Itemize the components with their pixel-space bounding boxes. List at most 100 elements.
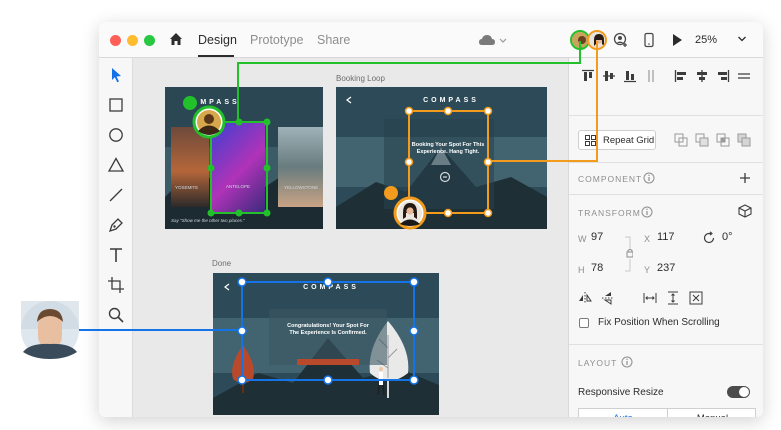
info-icon[interactable] xyxy=(643,172,655,184)
close-window-button[interactable] xyxy=(110,35,121,46)
minimize-window-button[interactable] xyxy=(127,35,138,46)
fix-position-checkbox[interactable] xyxy=(579,318,589,328)
artboard-tool-icon[interactable] xyxy=(107,276,125,294)
repeat-grid-button[interactable]: Repeat Grid xyxy=(578,130,656,150)
card-left[interactable]: YOSEMITE xyxy=(171,127,209,207)
width-label: W xyxy=(578,234,587,244)
artboard-2-brand: COMPASS xyxy=(423,97,479,104)
property-inspector: Repeat Grid COMPONENT TRANSFORM W 97 X 1… xyxy=(568,58,763,417)
align-left-icon[interactable] xyxy=(674,69,688,83)
rotate-icon[interactable] xyxy=(702,231,716,245)
artboard-3[interactable]: COMPASS Congratulations! Your Spot For T… xyxy=(213,273,439,415)
fit-to-frame-icon[interactable] xyxy=(689,291,703,305)
device-preview-icon[interactable] xyxy=(641,32,657,48)
artboard-3-brand: COMPASS xyxy=(303,284,359,291)
layout-section-label: LAYOUT xyxy=(578,358,618,368)
design-canvas[interactable]: MPASS YOSEMITE ANTELOPE YELLOWSTONE Say … xyxy=(133,58,568,417)
info-icon[interactable] xyxy=(621,356,633,368)
distribute-vertical-icon[interactable] xyxy=(644,69,658,83)
maximize-window-button[interactable] xyxy=(144,35,155,46)
cloud-icon[interactable] xyxy=(478,32,508,48)
add-component-icon[interactable] xyxy=(739,172,751,184)
flip-vertical-icon[interactable] xyxy=(601,291,615,305)
align-right-icon[interactable] xyxy=(716,69,730,83)
artboard-1-brand: MPASS xyxy=(200,99,240,106)
blue-collaborator-avatar xyxy=(21,301,79,359)
distribute-spacing-horizontal-icon[interactable] xyxy=(643,291,657,305)
chevron-down-icon[interactable] xyxy=(737,34,747,44)
responsive-resize-label: Responsive Resize xyxy=(578,387,664,398)
resize-mode-manual[interactable]: Manual xyxy=(668,409,757,417)
divider xyxy=(569,344,763,345)
card-right[interactable]: YELLOWSTONE xyxy=(278,127,323,207)
back-chevron-icon[interactable] xyxy=(345,96,353,104)
y-label: Y xyxy=(644,265,651,275)
collaborator-avatar-orange[interactable] xyxy=(587,30,607,50)
home-icon[interactable] xyxy=(168,31,184,47)
active-tab-indicator xyxy=(198,55,234,57)
align-bottom-icon[interactable] xyxy=(623,69,637,83)
confirmation-message: Congratulations! Your Spot For The Exper… xyxy=(287,323,369,336)
flip-horizontal-icon[interactable] xyxy=(578,291,592,305)
boolean-subtract-icon[interactable] xyxy=(695,133,709,147)
info-icon[interactable] xyxy=(641,206,653,218)
artboard-1[interactable]: MPASS YOSEMITE ANTELOPE YELLOWSTONE Say … xyxy=(165,87,323,229)
stage: Design Prototype Share 25% MPASS YOSEMIT… xyxy=(0,0,781,430)
divider xyxy=(569,115,763,116)
text-tool-icon[interactable] xyxy=(107,246,125,264)
rectangle-tool-icon[interactable] xyxy=(107,96,125,114)
pen-tool-icon[interactable] xyxy=(107,216,125,234)
artboard-2-title: Booking Loop xyxy=(336,74,385,83)
app-window: Design Prototype Share 25% MPASS YOSEMIT… xyxy=(99,22,763,417)
booking-message: Booking Your Spot For This Experience. H… xyxy=(411,142,485,155)
card-center[interactable]: ANTELOPE xyxy=(210,122,265,212)
tab-design[interactable]: Design xyxy=(198,33,237,47)
confirmation-button-bar[interactable] xyxy=(297,359,359,365)
ellipse-tool-icon[interactable] xyxy=(107,126,125,144)
tab-share[interactable]: Share xyxy=(317,33,350,47)
align-middle-icon[interactable] xyxy=(602,69,616,83)
boolean-add-icon[interactable] xyxy=(674,133,688,147)
artboard-1-quote: Say "Show me the other two places." xyxy=(171,218,245,223)
x-field[interactable]: 117 xyxy=(657,231,675,243)
align-center-icon[interactable] xyxy=(695,69,709,83)
responsive-resize-toggle[interactable] xyxy=(727,386,750,398)
polygon-tool-icon[interactable] xyxy=(107,156,125,174)
3d-transform-icon[interactable] xyxy=(738,204,752,218)
invite-user-icon[interactable] xyxy=(613,32,629,48)
zoom-level[interactable]: 25% xyxy=(695,34,717,46)
confirmation-dialog xyxy=(269,309,387,365)
fix-position-label: Fix Position When Scrolling xyxy=(598,317,720,328)
distribute-horizontal-icon[interactable] xyxy=(737,69,751,83)
boolean-intersect-icon[interactable] xyxy=(716,133,730,147)
divider xyxy=(569,162,763,163)
tool-bar xyxy=(99,58,133,417)
artboard-2[interactable]: COMPASS Booking Your Spot For This Exper… xyxy=(336,87,547,229)
artboard-3-title: Done xyxy=(212,259,232,268)
card-caption-left: YOSEMITE xyxy=(175,185,199,190)
divider xyxy=(569,194,763,195)
resize-mode-auto[interactable]: Auto xyxy=(579,409,668,417)
resize-mode-selector: Auto Manual xyxy=(578,408,756,417)
align-top-icon[interactable] xyxy=(581,69,595,83)
card-caption-right: YELLOWSTONE xyxy=(284,185,319,190)
distribute-spacing-vertical-icon[interactable] xyxy=(666,291,680,305)
back-chevron-icon-2[interactable] xyxy=(223,283,231,291)
transform-section-label: TRANSFORM xyxy=(578,208,641,218)
play-preview-icon[interactable] xyxy=(669,32,685,48)
repeat-grid-icon xyxy=(585,135,596,146)
y-field[interactable]: 237 xyxy=(657,262,675,274)
boolean-exclude-icon[interactable] xyxy=(737,133,751,147)
repeat-grid-label: Repeat Grid xyxy=(603,135,655,146)
title-bar: Design Prototype Share 25% xyxy=(99,22,763,58)
line-tool-icon[interactable] xyxy=(107,186,125,204)
height-field[interactable]: 78 xyxy=(591,262,603,274)
select-tool-icon[interactable] xyxy=(107,66,125,84)
tab-prototype[interactable]: Prototype xyxy=(250,33,304,47)
toggle-knob xyxy=(739,387,749,397)
width-field[interactable]: 97 xyxy=(591,231,603,243)
lock-aspect-icon[interactable] xyxy=(625,236,633,272)
zoom-tool-icon[interactable] xyxy=(107,306,125,324)
rotation-field[interactable]: 0° xyxy=(722,231,733,243)
booking-dialog xyxy=(384,119,494,209)
